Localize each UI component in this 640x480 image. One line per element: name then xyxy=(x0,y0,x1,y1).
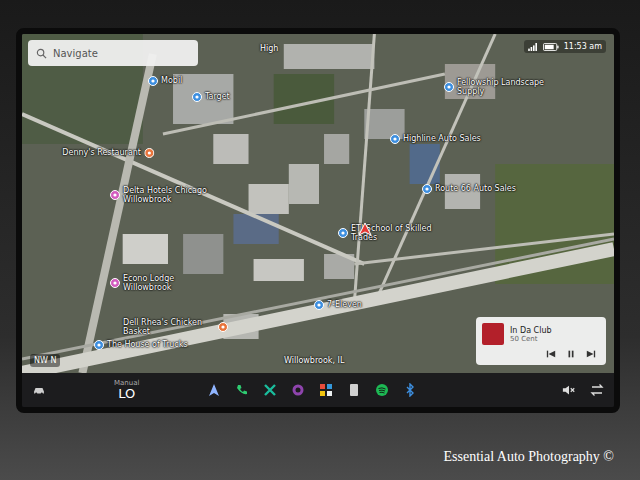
clock: 11:53 am xyxy=(564,42,602,51)
poi-pin-icon xyxy=(390,134,400,144)
next-track-icon[interactable] xyxy=(586,349,596,359)
poi-label: Delta Hotels Chicago Willowbrook xyxy=(123,186,215,204)
status-bar: 11:53 am xyxy=(524,40,606,53)
apps-icon[interactable] xyxy=(319,383,333,397)
poi-pin-icon xyxy=(110,190,120,200)
photo-background: Navigate 11:53 am High Mobil Target Denny's R… xyxy=(0,0,640,480)
media-player-card[interactable]: In Da Club50 Cent xyxy=(476,317,606,365)
poi-label: 7-Eleven xyxy=(327,300,362,309)
city-label: Willowbrook, IL xyxy=(284,356,344,365)
app-launcher xyxy=(207,383,417,397)
poi-label: Highline Auto Sales xyxy=(403,134,481,143)
switch-icon[interactable] xyxy=(590,383,604,397)
toybox-icon[interactable] xyxy=(263,383,277,397)
navigate-search-field[interactable]: Navigate xyxy=(28,40,198,66)
compass-heading[interactable]: NW N xyxy=(30,354,60,367)
poi-pin-icon xyxy=(148,76,158,86)
map-poi[interactable]: The House of Trucks xyxy=(94,340,188,350)
map-poi[interactable]: 7-Eleven xyxy=(314,300,362,310)
watermark: Essential Auto Photography © xyxy=(16,449,620,465)
poi-pin-icon xyxy=(422,184,432,194)
album-art xyxy=(482,323,504,345)
volume-icon[interactable] xyxy=(562,383,576,397)
pause-icon[interactable] xyxy=(566,349,576,359)
poi-pin-icon xyxy=(144,148,154,158)
poi-pin-icon xyxy=(444,82,454,92)
poi-pin-icon xyxy=(218,322,228,332)
poi-label: Econo Lodge Willowbrook xyxy=(123,274,215,292)
poi-label: Mobil xyxy=(161,76,182,85)
map[interactable]: Navigate 11:53 am High Mobil Target Denny's R… xyxy=(22,34,614,373)
navigation-icon[interactable] xyxy=(207,383,221,397)
bottom-dock: ManualLO xyxy=(22,373,614,407)
poi-pin-icon xyxy=(94,340,104,350)
search-icon xyxy=(36,48,47,59)
bluetooth-icon[interactable] xyxy=(403,383,417,397)
poi-label: Dell Rhea's Chicken Basket xyxy=(123,318,215,336)
camera-icon[interactable] xyxy=(291,383,305,397)
poi-pin-icon xyxy=(338,228,348,238)
song-artist: 50 Cent xyxy=(510,335,552,343)
map-poi[interactable]: Delta Hotels Chicago Willowbrook xyxy=(110,186,215,204)
map-poi[interactable]: ETI School of Skilled Trades xyxy=(338,224,443,242)
map-poi[interactable]: Route 66 Auto Sales xyxy=(422,184,516,194)
map-poi[interactable]: Dell Rhea's Chicken Basket xyxy=(123,318,228,336)
search-placeholder: Navigate xyxy=(53,48,98,59)
climate-control[interactable]: ManualLO xyxy=(114,380,139,401)
poi-label: The House of Trucks xyxy=(107,340,188,349)
battery-icon xyxy=(543,43,559,51)
road-label: High xyxy=(260,44,278,53)
car-icon[interactable] xyxy=(32,383,46,397)
climate-mode: Manual xyxy=(114,380,139,387)
phone-icon[interactable] xyxy=(235,383,249,397)
current-location-arrow-icon xyxy=(358,222,372,236)
spotify-icon[interactable] xyxy=(375,383,389,397)
map-poi[interactable]: Fellowship Landscape Supply xyxy=(444,78,549,96)
song-title: In Da Club xyxy=(510,326,552,335)
poi-pin-icon xyxy=(110,278,120,288)
poi-pin-icon xyxy=(314,300,324,310)
poi-label: Route 66 Auto Sales xyxy=(435,184,516,193)
poi-label: Fellowship Landscape Supply xyxy=(457,78,549,96)
map-poi[interactable]: Econo Lodge Willowbrook xyxy=(110,274,215,292)
poi-label: Target xyxy=(205,92,230,101)
poi-label: Denny's Restaurant xyxy=(62,148,141,157)
map-poi[interactable]: Target xyxy=(192,92,230,102)
previous-track-icon[interactable] xyxy=(546,349,556,359)
media-icon[interactable] xyxy=(347,383,361,397)
temperature: LO xyxy=(118,387,135,401)
map-poi[interactable]: Mobil xyxy=(148,76,182,86)
signal-icon xyxy=(528,43,538,51)
touchscreen: Navigate 11:53 am High Mobil Target Denny's R… xyxy=(16,28,620,413)
poi-pin-icon xyxy=(192,92,202,102)
map-poi[interactable]: Denny's Restaurant xyxy=(62,148,154,158)
map-poi[interactable]: Highline Auto Sales xyxy=(390,134,481,144)
